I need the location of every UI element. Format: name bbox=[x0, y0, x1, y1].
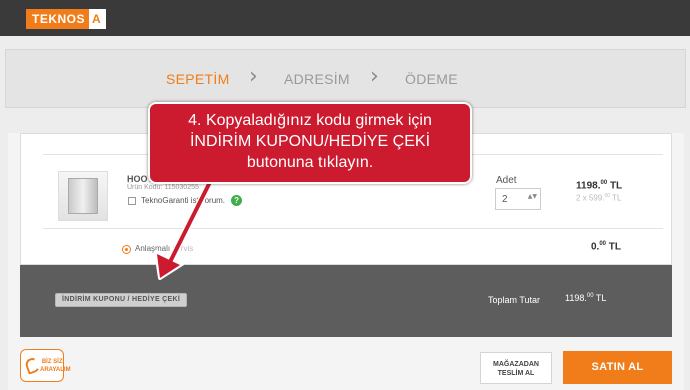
teknosa-logo[interactable]: TEKNOS A bbox=[26, 9, 106, 29]
unit-price: 2 x 599.00 TL bbox=[576, 193, 622, 203]
chevron-right-icon: › bbox=[249, 64, 258, 89]
step-payment[interactable]: ÖDEME bbox=[405, 71, 458, 87]
logo-main-text: TEKNOS bbox=[26, 9, 90, 29]
buy-button[interactable]: SATIN AL bbox=[563, 351, 672, 384]
step-cart[interactable]: SEPETİM bbox=[166, 71, 230, 87]
service-radio[interactable] bbox=[122, 245, 131, 254]
service-label: Anlaşmalı servis bbox=[135, 244, 194, 253]
quantity-value: 2 bbox=[502, 194, 508, 205]
warranty-label: TeknoGaranti istiyorum. bbox=[141, 196, 226, 205]
coupon-gift-card-button[interactable]: İNDİRİM KUPONU / HEDİYE ÇEKİ bbox=[55, 293, 188, 307]
quantity-select[interactable]: 2 ▲▼ bbox=[495, 188, 541, 210]
help-icon[interactable]: ? bbox=[231, 195, 243, 206]
product-image[interactable] bbox=[58, 171, 108, 221]
total-value: 1198.00 TL bbox=[565, 293, 607, 303]
divider bbox=[43, 228, 663, 229]
callout-line: 4. Kopyaladığınız kodu girmek için bbox=[188, 112, 432, 129]
total-bar: İNDİRİM KUPONU / HEDİYE ÇEKİ Toplam Tuta… bbox=[20, 265, 672, 337]
top-bar: TEKNOS A bbox=[0, 0, 690, 36]
phone-icon bbox=[23, 356, 42, 375]
checkout-steps: SEPETİM › ADRESİM › ÖDEME bbox=[5, 49, 686, 108]
stepper-arrows-icon: ▲▼ bbox=[527, 193, 537, 200]
total-label: Toplam Tutar bbox=[488, 295, 541, 305]
callout-line: İNDİRİM KUPONU/HEDİYE ÇEKİ bbox=[189, 133, 431, 150]
product-price: 1198.00 TL bbox=[576, 180, 623, 192]
instruction-callout: 4. Kopyaladığınız kodu girmek için İNDİR… bbox=[148, 102, 472, 184]
product-code: Ürün Kodu: 115030255 bbox=[127, 184, 199, 191]
store-pickup-button[interactable]: MAĞAZADAN TESLİM AL bbox=[480, 352, 552, 384]
warranty-option: TeknoGaranti istiyorum. ? bbox=[128, 195, 243, 206]
chevron-right-icon: › bbox=[370, 64, 379, 89]
call-me-button[interactable]: BİZ SİZİ ARAYALIM bbox=[20, 349, 71, 382]
logo-tail-text: A bbox=[89, 9, 106, 29]
callout-line: butonuna tıklayın. bbox=[246, 154, 374, 171]
quantity-label: Adet bbox=[496, 175, 517, 186]
service-price: 0.00 TL bbox=[591, 241, 622, 253]
step-address[interactable]: ADRESİM bbox=[284, 71, 350, 87]
warranty-checkbox[interactable] bbox=[128, 196, 136, 205]
call-me-label: BİZ SİZİ ARAYALIM bbox=[40, 359, 71, 373]
